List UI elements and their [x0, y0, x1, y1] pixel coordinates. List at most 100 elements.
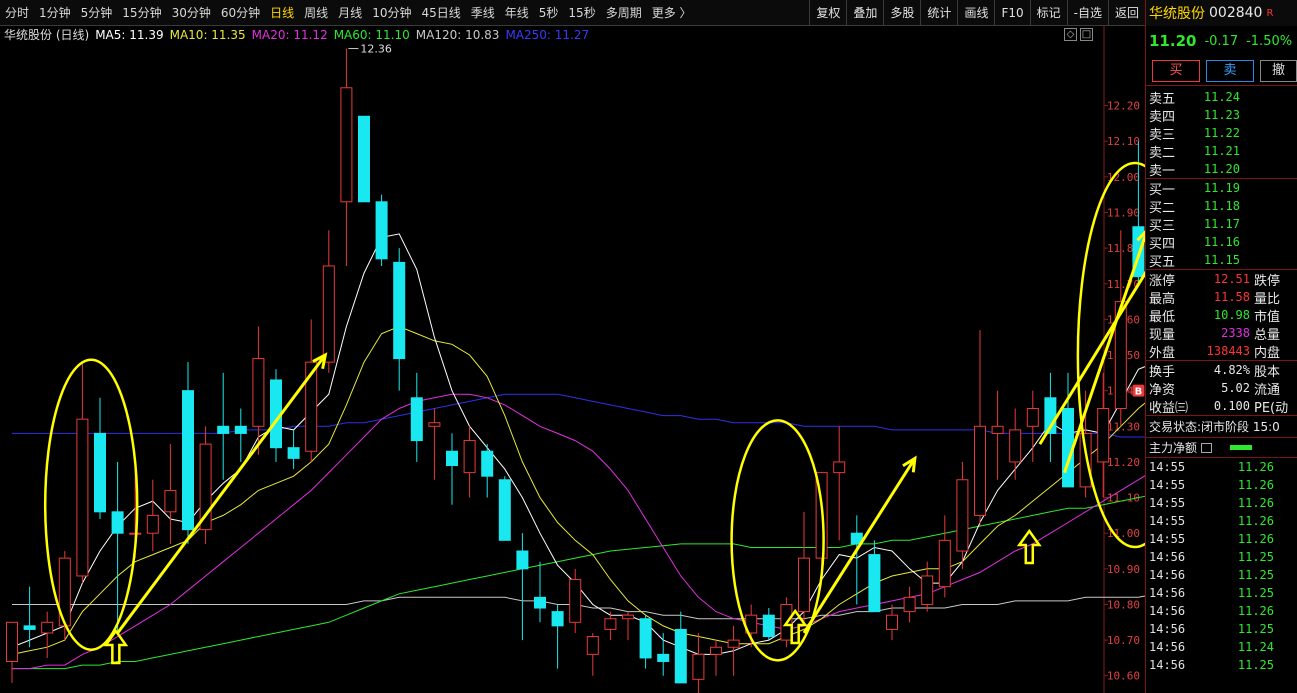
tick-price: 11.24 [1237, 640, 1274, 654]
candle-down [481, 450, 494, 477]
period-tab[interactable]: 10分钟 [367, 0, 416, 26]
period-tab[interactable]: 30分钟 [167, 0, 216, 26]
stat-label-2: 内盘 [1254, 345, 1281, 361]
tick-row: 14:55 11.26 [1146, 512, 1297, 530]
ask-label: 卖三 [1149, 127, 1176, 143]
stat-label: 净资 [1149, 382, 1176, 398]
candle-up [798, 557, 810, 613]
period-tab[interactable]: 15秒 [563, 0, 600, 26]
candle-up [727, 639, 740, 648]
period-tab[interactable]: 多周期 [601, 0, 647, 26]
tick-price: 11.25 [1237, 550, 1274, 564]
cancel-order-button[interactable]: 撤 [1260, 59, 1297, 82]
y-tick-label: 11.30 [1107, 420, 1140, 433]
legend-ma120: MA120: 10.83 [415, 28, 500, 42]
ask-row: 卖一 11.20 [1146, 160, 1297, 179]
candle-up [921, 575, 934, 605]
tick-price: 11.26 [1237, 604, 1274, 618]
candle-up [586, 636, 599, 655]
candle-up [569, 579, 582, 623]
tick-row: 14:56 11.25 [1146, 548, 1297, 566]
chart-expand-icon[interactable]: □ [1080, 28, 1093, 41]
candle-up [622, 614, 634, 620]
y-tick-label: 12.10 [1107, 135, 1140, 148]
fundamental-stats: 换手 4.82% 股本 净资 5.02 流通 收益㈢ 0.100 PE(动 [1146, 360, 1297, 416]
period-tab[interactable]: 15分钟 [117, 0, 166, 26]
quote-panel: 华统股份 002840 R 11.20 -0.17 -1.50% 买 卖 撤 卖… [1145, 0, 1297, 693]
chart-svg[interactable]: 12.2012.1012.0011.9011.8011.7011.6011.50… [0, 26, 1145, 693]
tool-button[interactable]: F10 [994, 0, 1029, 26]
bid-book: 买一 11.19 买二 11.18 买三 11.17 买四 11.16 买五 11.15 [1146, 178, 1297, 270]
stat-label-2: 量比 [1254, 291, 1281, 307]
tool-button[interactable]: 标记 [1029, 0, 1067, 26]
legend-stock[interactable]: 华统股份 (日线) [4, 26, 89, 44]
tool-button[interactable]: 返回 [1107, 0, 1145, 26]
tick-price: 11.26 [1237, 514, 1274, 528]
stat-row: 外盘 138443 内盘 [1146, 342, 1297, 361]
candle-down [217, 425, 230, 434]
candle-up [164, 489, 177, 513]
period-tab[interactable]: 年线 [500, 0, 534, 26]
list-icon[interactable] [1201, 442, 1213, 453]
tick-row: 14:56 11.25 [1146, 566, 1297, 584]
tick-time: 14:56 [1149, 550, 1186, 564]
candle-up [41, 621, 54, 634]
bid-label: 买二 [1149, 200, 1176, 216]
chart-settings-icon[interactable]: ◇ [1064, 28, 1077, 41]
tick-list[interactable]: 14:55 11.26 14:55 11.26 14:55 11.26 14:55 11.26… [1146, 457, 1297, 674]
tick-time: 14:55 [1149, 514, 1186, 528]
candle-up [76, 418, 89, 577]
tick-row: 14:56 11.25 [1146, 584, 1297, 602]
y-tick-label: 10.60 [1107, 670, 1140, 683]
y-tick-label: 11.20 [1107, 456, 1140, 469]
tick-time: 14:55 [1149, 460, 1186, 474]
bid-row: 买二 11.18 [1146, 197, 1297, 216]
period-tab[interactable]: 1分钟 [34, 0, 76, 26]
period-tab[interactable]: 分时 [0, 0, 34, 26]
buy-button[interactable]: 买 [1152, 59, 1201, 82]
ask-book: 卖五 11.24 卖四 11.23 卖三 11.22 卖二 11.21 卖一 11.20 [1146, 86, 1297, 179]
stat-label: 外盘 [1149, 345, 1176, 361]
tool-button[interactable]: 叠加 [846, 0, 883, 26]
stat-label: 现量 [1149, 327, 1176, 343]
candle-up [692, 653, 705, 680]
tool-button[interactable]: 画线 [957, 0, 994, 26]
tool-button[interactable]: -自选 [1066, 0, 1108, 26]
legend-ma250: MA250: 11.27 [505, 28, 590, 42]
stat-label-2: 跌停 [1254, 273, 1281, 289]
period-tab[interactable]: 日线 [265, 0, 299, 26]
candle-up [428, 422, 441, 427]
bid-price: 11.17 [1203, 217, 1240, 231]
stat-label-2: 市值 [1254, 309, 1281, 325]
sell-button[interactable]: 卖 [1206, 59, 1255, 82]
y-tick-label: 11.90 [1107, 206, 1140, 219]
tick-price: 11.25 [1237, 658, 1274, 672]
period-tab[interactable]: 5秒 [534, 0, 564, 26]
period-tab[interactable]: 更多 〉 [647, 0, 697, 26]
period-tab[interactable]: 周线 [299, 0, 333, 26]
candle-down [23, 625, 36, 630]
candle-up [1026, 407, 1039, 427]
tick-price: 11.25 [1237, 622, 1274, 636]
rights-badge: R [1266, 7, 1274, 19]
period-tab[interactable]: 季线 [466, 0, 500, 26]
period-tab[interactable]: 45日线 [416, 0, 465, 26]
candle-up [1079, 432, 1092, 488]
period-tab[interactable]: 60分钟 [216, 0, 265, 26]
tick-time: 14:55 [1149, 532, 1186, 546]
kline-chart[interactable]: 12.2012.1012.0011.9011.8011.7011.6011.50… [0, 26, 1145, 693]
ask-label: 卖一 [1149, 163, 1176, 179]
candle-down [234, 425, 247, 434]
period-tab[interactable]: 5分钟 [76, 0, 118, 26]
tool-button[interactable]: 多股 [883, 0, 920, 26]
ask-label: 卖五 [1149, 91, 1176, 107]
tool-button[interactable]: 统计 [920, 0, 957, 26]
candle-up [340, 87, 353, 203]
period-tabs: 分时 1分钟 5分钟 15分钟 30分钟 60分钟 日线 周线 月线 10分钟 45日线 季线 年线 5秒… [0, 0, 697, 26]
tick-row: 14:56 11.25 [1146, 656, 1297, 674]
period-tab[interactable]: 月线 [333, 0, 367, 26]
ask-price: 11.23 [1203, 108, 1240, 122]
y-tick-label: 10.90 [1107, 563, 1140, 576]
tool-button[interactable]: 复权 [809, 0, 846, 26]
tick-row: 14:56 11.26 [1146, 602, 1297, 620]
